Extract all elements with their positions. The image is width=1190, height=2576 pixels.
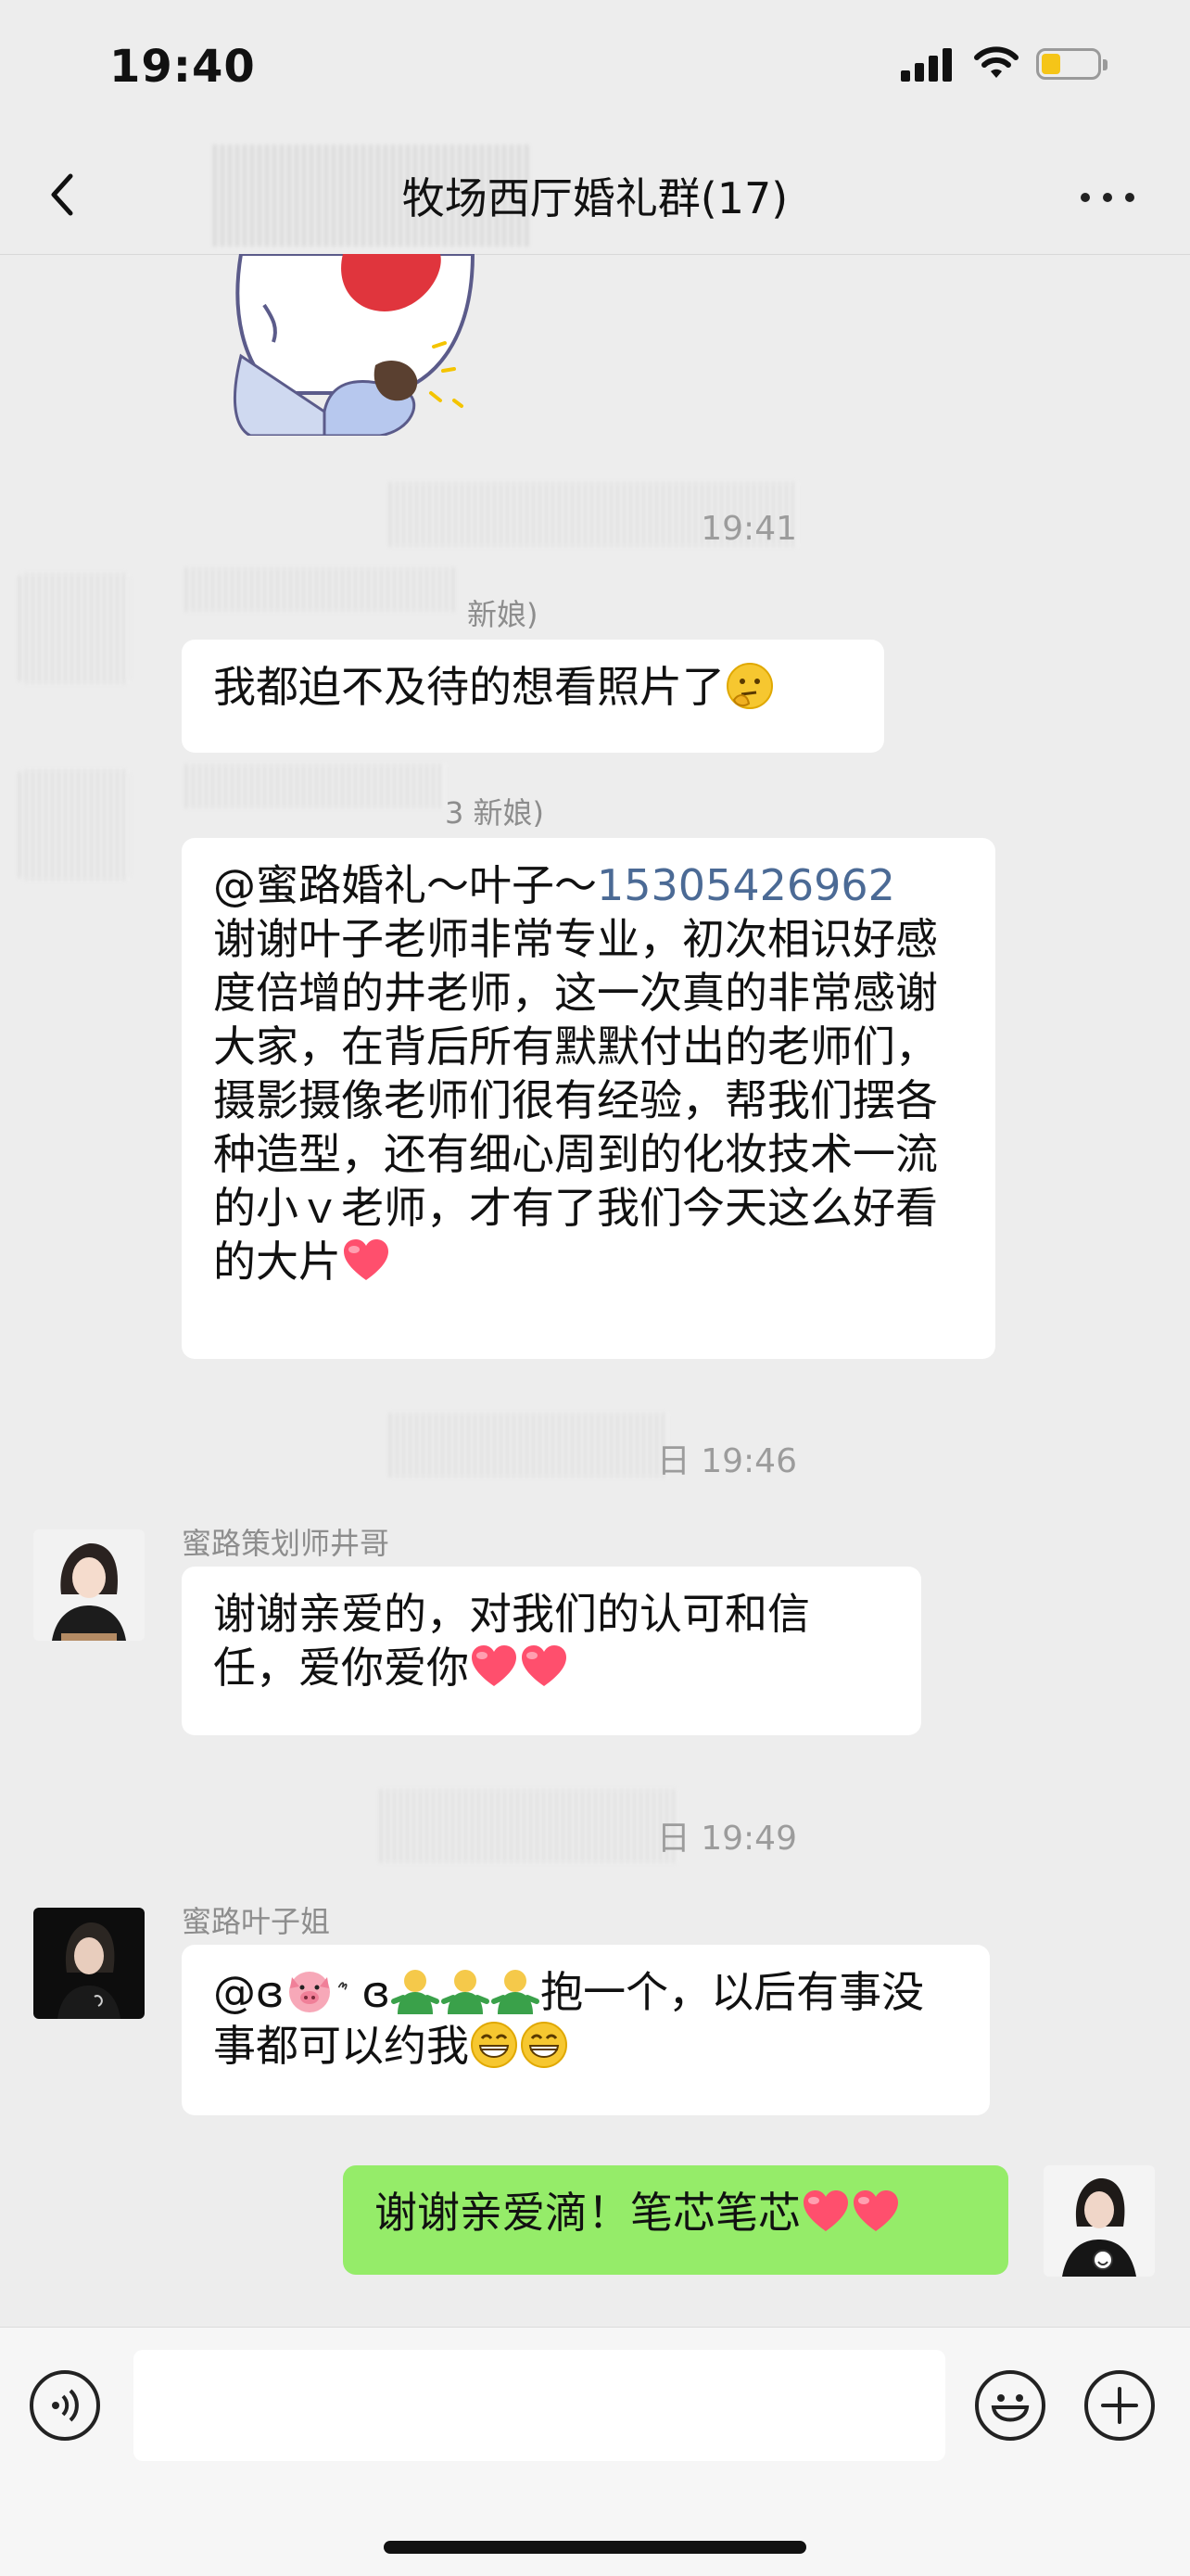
sticker-image[interactable] [222,254,491,436]
timestamp: 日 19:49 [656,1820,797,1858]
message-text: 谢谢亲爱滴！笔芯笔芯 [374,2188,801,2238]
sender-name: 蜜路策划师井哥 [182,1526,390,1561]
my-message-bubble[interactable]: 谢谢亲爱滴！笔芯笔芯 [343,2165,1008,2275]
message-text: 谢谢叶子老师非常专业，初次相识好感度倍增的井老师，这一次真的非常感谢大家，在背后… [213,914,938,1287]
cellular-signal-icon [901,48,956,82]
message-bubble[interactable]: 我都迫不及待的想看照片了 [182,640,884,753]
message-bubble[interactable]: 谢谢亲爱的，对我们的认可和信任，爱你爱你 [182,1567,921,1735]
heart-emoji-icon [472,1645,516,1686]
grinning-face-emoji-icon [471,2022,517,2068]
message-mention[interactable]: @ɞ [213,1967,285,2017]
doll-emoji-icon [491,1970,540,2014]
sender-name: 3 新娘) [445,795,545,831]
avatar[interactable] [33,1908,145,2019]
heart-emoji-icon [522,1645,566,1686]
message-bubble[interactable]: @蜜路婚礼～叶子～15305426962 谢谢叶子老师非常专业，初次相识好感度倍… [182,838,995,1359]
sender-name: 蜜路叶子姐 [182,1904,331,1939]
timestamp: 19:41 [701,510,797,548]
ribbon-icon [337,1982,348,1990]
heart-emoji-icon [344,1239,388,1280]
timestamp: 日 19:46 [656,1442,797,1480]
grinning-face-emoji-icon [521,2022,567,2068]
back-icon[interactable] [37,167,93,222]
message-text: 我都迫不及待的想看照片了 [213,662,725,712]
message-bubble[interactable]: @ɞ ɞ 抱一个，以后有事没事都可以约我 [182,1945,990,2115]
status-time: 19:40 [109,41,256,93]
avatar[interactable] [33,1529,145,1641]
doll-emoji-icon [441,1970,490,2014]
heart-emoji-icon [804,2190,848,2231]
voice-icon[interactable] [30,2370,100,2441]
input-bar [0,2327,1190,2576]
avatar[interactable] [19,769,130,881]
sender-name-redacted [185,567,454,612]
phone-number-link[interactable]: 15305426962 [597,860,895,910]
message-mention[interactable]: @蜜路婚礼～叶子～ [213,860,597,910]
chat-title: 牧场西厅婚礼群(17) [401,173,789,223]
emoji-icon[interactable] [975,2370,1045,2441]
thinking-face-emoji-icon [727,663,773,709]
wifi-icon [974,46,1019,78]
my-avatar[interactable] [1044,2165,1155,2277]
pig-face-emoji-icon [288,1972,330,2012]
home-indicator [384,2541,806,2554]
message-mention[interactable]: ɞ [362,1967,391,2017]
avatar[interactable] [19,573,130,684]
battery-icon [1036,48,1108,80]
sender-name-redacted [185,764,445,808]
more-icon[interactable] [1075,187,1140,206]
plus-icon[interactable] [1084,2370,1155,2441]
doll-emoji-icon [391,1970,440,2014]
heart-emoji-icon [854,2190,898,2231]
message-input[interactable] [133,2350,945,2461]
nav-bar: 牧场西厅婚礼群(17) [0,139,1190,255]
sender-name: 新娘) [467,597,538,632]
